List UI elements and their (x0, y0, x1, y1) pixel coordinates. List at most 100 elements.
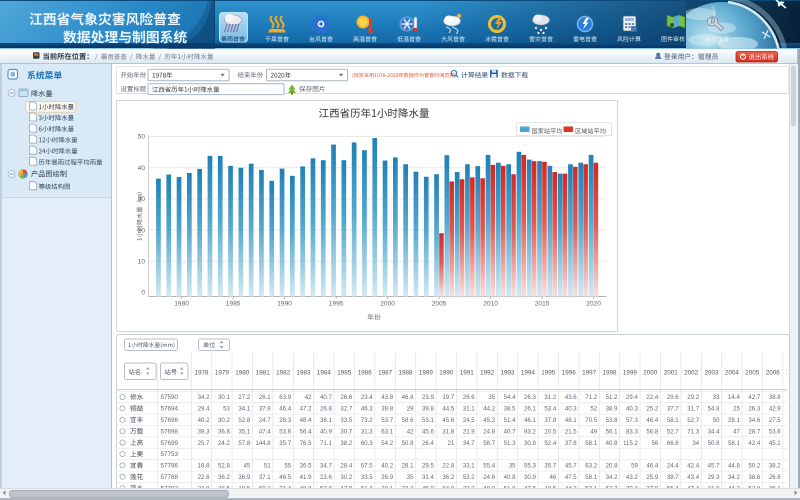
svg-text:40.8: 40.8 (606, 440, 618, 447)
svg-text:28.3: 28.3 (279, 417, 291, 424)
svg-text:46.5: 46.5 (279, 474, 291, 481)
svg-text:51: 51 (264, 463, 271, 470)
svg-text:53.1: 53.1 (585, 485, 597, 492)
svg-text:2004: 2004 (725, 370, 740, 377)
svg-text:49: 49 (590, 428, 597, 435)
svg-text:58.1: 58.1 (585, 474, 597, 481)
svg-text:34.7: 34.7 (463, 440, 475, 447)
svg-text:52.1: 52.1 (789, 463, 800, 470)
svg-text:24.2: 24.2 (218, 440, 230, 447)
svg-text:48.8: 48.8 (300, 485, 312, 492)
svg-text:23.6: 23.6 (320, 474, 332, 481)
svg-text:45.6: 45.6 (442, 417, 454, 424)
svg-text:31.3: 31.3 (361, 428, 373, 435)
svg-text:2007: 2007 (786, 370, 800, 377)
svg-text:33: 33 (713, 394, 720, 401)
svg-text:46.3: 46.3 (361, 406, 373, 413)
svg-text:58.1: 58.1 (667, 417, 679, 424)
svg-text:29.4: 29.4 (626, 394, 638, 401)
svg-text:2002: 2002 (684, 370, 699, 377)
svg-text:26.6: 26.6 (463, 394, 475, 401)
svg-text:1993: 1993 (500, 370, 515, 377)
svg-text:58.1: 58.1 (585, 440, 597, 447)
svg-text:48.1: 48.1 (565, 417, 577, 424)
svg-text:36.8: 36.8 (218, 428, 230, 435)
svg-text:1992: 1992 (480, 370, 495, 377)
svg-text:2001: 2001 (664, 370, 679, 377)
svg-text:1987: 1987 (378, 370, 393, 377)
svg-text:51.8: 51.8 (504, 485, 516, 492)
svg-text:22.2: 22.2 (402, 485, 414, 492)
svg-text:36.2: 36.2 (218, 474, 230, 481)
svg-text:20.5: 20.5 (544, 428, 556, 435)
svg-text:40.7: 40.7 (320, 394, 332, 401)
svg-text:24.4: 24.4 (667, 463, 679, 470)
svg-text:30.8: 30.8 (626, 485, 638, 492)
svg-text:55.3: 55.3 (524, 463, 536, 470)
svg-text:38.1: 38.1 (381, 485, 393, 492)
svg-text:70.5: 70.5 (585, 417, 597, 424)
svg-text:36.1: 36.1 (769, 485, 781, 492)
svg-text:31.7: 31.7 (687, 406, 699, 413)
svg-text:52.8: 52.8 (218, 463, 230, 470)
svg-text:2005: 2005 (432, 301, 447, 308)
svg-text:53.2: 53.2 (463, 474, 475, 481)
svg-text:34.2: 34.2 (606, 474, 618, 481)
svg-text:44.2: 44.2 (483, 406, 495, 413)
svg-text:27.2: 27.2 (238, 394, 250, 401)
svg-text:37.1: 37.1 (259, 474, 271, 481)
svg-text:26.4: 26.4 (422, 440, 434, 447)
svg-text:76.5: 76.5 (300, 440, 312, 447)
svg-text:35: 35 (407, 474, 414, 481)
svg-text:29.6: 29.6 (667, 394, 679, 401)
svg-text:47.8: 47.8 (340, 485, 352, 492)
svg-text:46.4: 46.4 (646, 417, 658, 424)
svg-text:38.6: 38.6 (748, 474, 760, 481)
svg-text:38.8: 38.8 (769, 394, 781, 401)
svg-text:60.3: 60.3 (259, 485, 271, 492)
svg-text:34.6: 34.6 (748, 417, 760, 424)
svg-text:53.1: 53.1 (422, 417, 434, 424)
svg-text:38.2: 38.2 (769, 463, 781, 470)
svg-text:37.8: 37.8 (544, 417, 556, 424)
svg-text:47.4: 47.4 (259, 428, 271, 435)
svg-text:1985: 1985 (226, 301, 241, 308)
svg-text:55: 55 (284, 463, 291, 470)
svg-text:51.2: 51.2 (606, 394, 618, 401)
svg-text:52.8: 52.8 (238, 417, 250, 424)
svg-text:71.2: 71.2 (789, 474, 800, 481)
svg-text:28.5: 28.5 (218, 485, 230, 492)
svg-text:46: 46 (550, 474, 557, 481)
svg-text:28.1: 28.1 (402, 463, 414, 470)
svg-text:53.8: 53.8 (606, 417, 618, 424)
svg-text:2015: 2015 (535, 301, 550, 308)
svg-text:60.3: 60.3 (361, 440, 373, 447)
svg-text:26.6: 26.6 (769, 474, 781, 481)
svg-text:28.4: 28.4 (340, 463, 352, 470)
svg-text:55.4: 55.4 (483, 463, 495, 470)
svg-text:34.1: 34.1 (238, 406, 250, 413)
svg-text:10: 10 (138, 259, 146, 266)
svg-text:1995: 1995 (329, 301, 344, 308)
svg-text:53.4: 53.4 (544, 406, 556, 413)
svg-text:52.4: 52.4 (544, 440, 556, 447)
svg-text:34: 34 (692, 440, 699, 447)
svg-text:2000: 2000 (380, 301, 395, 308)
svg-text:2006: 2006 (766, 370, 781, 377)
svg-text:49.8: 49.8 (483, 485, 495, 492)
svg-text:1989: 1989 (419, 370, 434, 377)
svg-text:42: 42 (407, 428, 414, 435)
svg-text:45.7: 45.7 (565, 463, 577, 470)
svg-text:31.8: 31.8 (442, 428, 454, 435)
svg-text:21.9: 21.9 (463, 428, 475, 435)
svg-text:24.5: 24.5 (463, 417, 475, 424)
svg-text:1982: 1982 (276, 370, 291, 377)
svg-text:47.6: 47.6 (524, 485, 536, 492)
svg-text:38.5: 38.5 (504, 406, 516, 413)
svg-text:40.7: 40.7 (504, 428, 516, 435)
svg-text:40: 40 (138, 165, 146, 172)
svg-text:48.4: 48.4 (300, 417, 312, 424)
svg-text:56: 56 (652, 440, 659, 447)
svg-text:1979: 1979 (215, 370, 230, 377)
svg-text:44.2: 44.2 (728, 485, 740, 492)
